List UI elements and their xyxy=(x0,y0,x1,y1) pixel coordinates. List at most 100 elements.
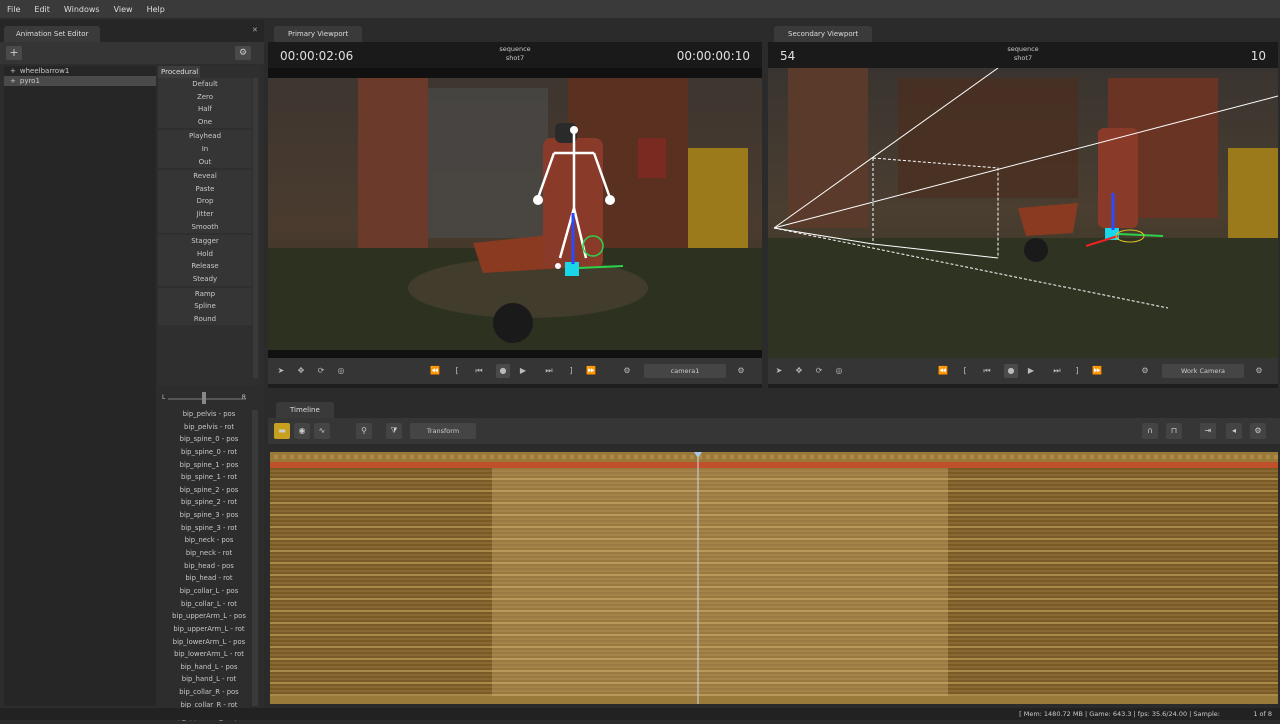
control-list-item[interactable]: bip_head - rot xyxy=(158,572,260,585)
procedural-button-in[interactable]: In xyxy=(158,142,252,156)
control-list-item[interactable]: bip_spine_0 - rot xyxy=(158,446,260,459)
procedural-button-paste[interactable]: Paste xyxy=(158,182,252,196)
expand-icon[interactable]: + xyxy=(10,66,16,76)
procedural-button-reveal[interactable]: Reveal xyxy=(158,170,252,183)
control-list-item[interactable]: bip_upperArm_L - rot xyxy=(158,623,260,636)
tab-animation-set-editor[interactable]: Animation Set Editor xyxy=(4,26,101,42)
next-key-icon[interactable]: ] xyxy=(564,364,578,378)
scale-tool-icon[interactable]: ◎ xyxy=(334,364,348,378)
control-list-item[interactable]: bip_spine_1 - rot xyxy=(158,471,260,484)
tree-item[interactable]: + pyro1 xyxy=(4,76,156,86)
tab-timeline[interactable]: Timeline xyxy=(276,402,334,418)
control-list-item[interactable]: bip_spine_3 - rot xyxy=(158,522,260,535)
camera-settings-icon[interactable]: ⚙ xyxy=(620,364,634,378)
record-icon[interactable]: ● xyxy=(1004,364,1018,378)
timeline-track-area[interactable] xyxy=(270,452,1278,704)
fast-forward-icon[interactable]: ⏩ xyxy=(584,364,598,378)
scale-tool-icon[interactable]: ◎ xyxy=(832,364,846,378)
next-key-icon[interactable]: ] xyxy=(1070,364,1084,378)
camera-settings-icon[interactable]: ⚙ xyxy=(1138,364,1152,378)
procedural-button-round[interactable]: Round xyxy=(158,312,252,326)
rewind-icon[interactable]: ⏪ xyxy=(936,364,950,378)
motion-editor-icon[interactable]: ◉ xyxy=(294,423,310,439)
expand-icon[interactable]: + xyxy=(10,76,16,86)
slider-track[interactable] xyxy=(168,398,246,400)
procedural-button-default[interactable]: Default xyxy=(158,78,252,91)
camera-dropdown[interactable]: Work Camera xyxy=(1162,364,1244,378)
key-tool-icon[interactable]: ⚲ xyxy=(356,423,372,439)
procedural-button-ramp[interactable]: Ramp xyxy=(158,287,252,301)
procedural-button-hold[interactable]: Hold xyxy=(158,247,252,261)
control-list-item[interactable]: bip_hand_L - pos xyxy=(158,661,260,674)
menu-item-view[interactable]: View xyxy=(107,5,140,14)
control-list-item[interactable]: bip_spine_0 - pos xyxy=(158,433,260,446)
move-tool-icon[interactable]: ✥ xyxy=(792,364,806,378)
select-tool-icon[interactable]: ➤ xyxy=(274,364,288,378)
graph-editor-icon[interactable]: ∿ xyxy=(314,423,330,439)
prev-key-icon[interactable]: [ xyxy=(958,364,972,378)
procedural-button-half[interactable]: Half xyxy=(158,103,252,116)
step-forward-icon[interactable]: ⏭ xyxy=(542,364,556,378)
tab-secondary-viewport[interactable]: Secondary Viewport xyxy=(774,26,873,42)
procedural-button-steady[interactable]: Steady xyxy=(158,272,252,286)
gear-icon[interactable]: ⚙ xyxy=(1252,364,1266,378)
gear-icon[interactable]: ⚙ xyxy=(235,46,251,60)
step-back-icon[interactable]: ⏮ xyxy=(472,364,486,378)
transform-dropdown[interactable]: Transform xyxy=(410,423,476,439)
control-list-item[interactable]: bip_upperArm_L - pos xyxy=(158,610,260,623)
step-forward-icon[interactable]: ⏭ xyxy=(1050,364,1064,378)
control-list-scrollbar[interactable] xyxy=(252,410,258,706)
control-list-item[interactable]: bip_head - pos xyxy=(158,560,260,573)
secondary-viewport-scene[interactable] xyxy=(768,68,1278,358)
control-list-item[interactable]: bip_collar_L - rot xyxy=(158,598,260,611)
control-list-item[interactable]: bip_lowerArm_L - pos xyxy=(158,636,260,649)
procedural-button-jitter[interactable]: Jitter xyxy=(158,207,252,221)
camera-dropdown[interactable]: camera1 xyxy=(644,364,726,378)
primary-viewport-scene[interactable] xyxy=(268,68,762,358)
procedural-button-zero[interactable]: Zero xyxy=(158,90,252,104)
clip-editor-icon[interactable]: ▬ xyxy=(274,423,290,439)
menu-item-help[interactable]: Help xyxy=(140,5,172,14)
control-list-item[interactable]: bip_spine_3 - pos xyxy=(158,509,260,522)
menu-item-edit[interactable]: Edit xyxy=(27,5,57,14)
control-list-item[interactable]: bip_spine_1 - pos xyxy=(158,459,260,472)
record-icon[interactable]: ● xyxy=(496,364,510,378)
magnet-icon[interactable]: ∩ xyxy=(1142,423,1158,439)
move-tool-icon[interactable]: ✥ xyxy=(294,364,308,378)
add-animation-set-button[interactable]: + xyxy=(6,46,22,60)
procedural-button-one[interactable]: One xyxy=(158,115,252,129)
control-list-item[interactable]: bip_lowerArm_L - rot xyxy=(158,648,260,661)
play-icon[interactable]: ▶ xyxy=(1024,364,1038,378)
step-back-icon[interactable]: ⏮ xyxy=(980,364,994,378)
procedural-button-smooth[interactable]: Smooth xyxy=(158,220,252,234)
play-icon[interactable]: ▶ xyxy=(516,364,530,378)
rewind-icon[interactable]: ⏪ xyxy=(428,364,442,378)
procedural-button-playhead[interactable]: Playhead xyxy=(158,130,252,143)
control-list-item[interactable]: bip_collar_L - pos xyxy=(158,585,260,598)
tree-item[interactable]: + wheelbarrow1 xyxy=(4,66,156,76)
procedural-scrollbar[interactable] xyxy=(253,78,258,378)
rotate-tool-icon[interactable]: ⟳ xyxy=(812,364,826,378)
audio-icon[interactable]: ◂ xyxy=(1226,423,1242,439)
close-icon[interactable]: ✕ xyxy=(252,26,258,34)
menu-item-windows[interactable]: Windows xyxy=(57,5,107,14)
control-list-item[interactable]: bip_neck - pos xyxy=(158,534,260,547)
slider-handle[interactable] xyxy=(202,392,206,404)
control-list-item[interactable]: bip_neck - rot xyxy=(158,547,260,560)
select-tool-icon[interactable]: ➤ xyxy=(772,364,786,378)
procedural-button-drop[interactable]: Drop xyxy=(158,195,252,208)
balance-slider[interactable]: L R xyxy=(158,390,260,408)
tab-procedural[interactable]: Procedural xyxy=(158,66,200,78)
control-list-item[interactable]: bip_pelvis - rot xyxy=(158,421,260,434)
fast-forward-icon[interactable]: ⏩ xyxy=(1090,364,1104,378)
filter-icon[interactable]: ⧩ xyxy=(386,423,402,439)
control-list-item[interactable]: bip_hand_L - rot xyxy=(158,673,260,686)
procedural-button-spline[interactable]: Spline xyxy=(158,300,252,313)
rotate-tool-icon[interactable]: ⟳ xyxy=(314,364,328,378)
jump-end-icon[interactable]: ⇥ xyxy=(1200,423,1216,439)
gear-icon[interactable]: ⚙ xyxy=(734,364,748,378)
control-list-item[interactable]: bip_spine_2 - rot xyxy=(158,496,260,509)
menu-item-file[interactable]: File xyxy=(0,5,27,14)
procedural-button-out[interactable]: Out xyxy=(158,155,252,169)
lock-icon[interactable]: ⊓ xyxy=(1166,423,1182,439)
